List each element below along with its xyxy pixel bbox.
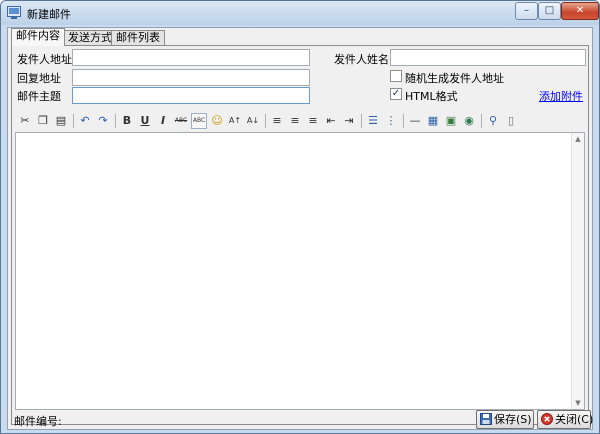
editor-vertical-scrollbar[interactable]: ▲ ▼ <box>571 133 584 409</box>
add-attachment-link[interactable]: 添加附件 <box>539 88 583 104</box>
html-format-label: HTML格式 <box>405 90 458 103</box>
minimize-button[interactable]: – <box>515 2 538 20</box>
bold-icon[interactable]: B <box>119 113 135 129</box>
random-sender-label: 随机生成发件人地址 <box>405 72 504 85</box>
undo-icon[interactable]: ↶ <box>77 113 93 129</box>
insert-image-icon[interactable]: ▣ <box>443 113 459 129</box>
tab-mail-content[interactable]: 邮件内容 <box>11 28 65 46</box>
sort-ascending-icon[interactable]: A↑ <box>227 113 243 129</box>
window-title: 新建邮件 <box>27 8 71 21</box>
reply-address-input[interactable] <box>72 69 310 86</box>
toolbar-separator <box>115 114 116 128</box>
save-button-label: 保存(S) <box>494 413 532 426</box>
strikethrough-icon[interactable]: ABC <box>173 113 189 129</box>
insert-table-icon[interactable]: ▦ <box>425 113 441 129</box>
bullet-list-icon[interactable]: ☰ <box>365 113 381 129</box>
toolbar-separator <box>73 114 74 128</box>
html-format-checkbox[interactable]: ✓ <box>390 88 402 100</box>
tab-mail-list[interactable]: 邮件列表 <box>111 30 165 45</box>
close-button[interactable]: 关闭(C) <box>537 410 594 429</box>
random-sender-checkbox[interactable] <box>390 70 402 82</box>
outdent-icon[interactable]: ⇤ <box>323 113 339 129</box>
tab-send-method[interactable]: 发送方式 <box>63 30 117 45</box>
align-left-icon[interactable]: ≡ <box>269 113 285 129</box>
sort-descending-icon[interactable]: A↓ <box>245 113 261 129</box>
align-right-icon[interactable]: ≡ <box>305 113 321 129</box>
close-window-button[interactable]: ✕ <box>561 2 599 20</box>
toolbar-separator <box>481 114 482 128</box>
mail-app-icon <box>7 6 21 19</box>
scroll-up-arrow-icon[interactable]: ▲ <box>572 133 584 145</box>
client-area: 邮件内容 发送方式 邮件列表 发件人地址 发件人姓名 回复地址 随机生成发件人地… <box>7 27 593 430</box>
editor-toolbar: ✂ ❐ ▤ ↶ ↷ B U I ABC ABC ☺ A↑ A↓ ≡ ≡ ≡ ⇤ <box>15 110 589 132</box>
title-bar[interactable]: 新建邮件 – □ ✕ <box>1 1 599 25</box>
save-icon <box>480 413 492 425</box>
insert-web-icon[interactable]: ◉ <box>461 113 477 129</box>
toolbar-separator <box>361 114 362 128</box>
underline-icon[interactable]: U <box>137 113 153 129</box>
status-bar: 邮件编号: 保存(S) 关闭(C) <box>8 410 594 430</box>
close-button-label: 关闭(C) <box>555 413 594 426</box>
copy-icon[interactable]: ❐ <box>35 113 51 129</box>
toolbar-separator <box>265 114 266 128</box>
cut-icon[interactable]: ✂ <box>17 113 33 129</box>
reply-address-label: 回复地址 <box>17 72 61 85</box>
maximize-button[interactable]: □ <box>538 2 561 20</box>
horizontal-rule-icon[interactable]: — <box>407 113 423 129</box>
redo-icon[interactable]: ↷ <box>95 113 111 129</box>
scroll-down-arrow-icon[interactable]: ▼ <box>572 397 584 409</box>
sender-address-input[interactable] <box>72 49 310 66</box>
save-button[interactable]: 保存(S) <box>476 410 534 429</box>
subject-label: 邮件主题 <box>17 90 61 103</box>
sender-address-label: 发件人地址 <box>17 53 72 66</box>
mail-body-editor[interactable]: ▲ ▼ <box>15 132 585 410</box>
mail-content-panel: 发件人地址 发件人姓名 回复地址 随机生成发件人地址 邮件主题 ✓ HTML格式… <box>11 45 589 425</box>
toolbar-separator <box>403 114 404 128</box>
numbered-list-icon[interactable]: ⋮ <box>383 113 399 129</box>
align-center-icon[interactable]: ≡ <box>287 113 303 129</box>
close-icon <box>541 413 553 425</box>
indent-icon[interactable]: ⇥ <box>341 113 357 129</box>
subject-input[interactable] <box>72 87 310 104</box>
compose-window: 新建邮件 – □ ✕ 邮件内容 发送方式 邮件列表 发件人地址 发件人姓名 回复… <box>0 0 600 434</box>
mail-number-label: 邮件编号: <box>14 415 62 428</box>
emoji-icon[interactable]: ☺ <box>209 113 225 129</box>
sender-name-input[interactable] <box>390 49 586 66</box>
document-icon[interactable]: ▯ <box>503 113 519 129</box>
find-icon[interactable]: ⚲ <box>485 113 501 129</box>
paste-icon[interactable]: ▤ <box>53 113 69 129</box>
spellcheck-icon[interactable]: ABC <box>191 113 207 129</box>
italic-icon[interactable]: I <box>155 113 171 129</box>
sender-name-label: 发件人姓名 <box>334 53 389 66</box>
